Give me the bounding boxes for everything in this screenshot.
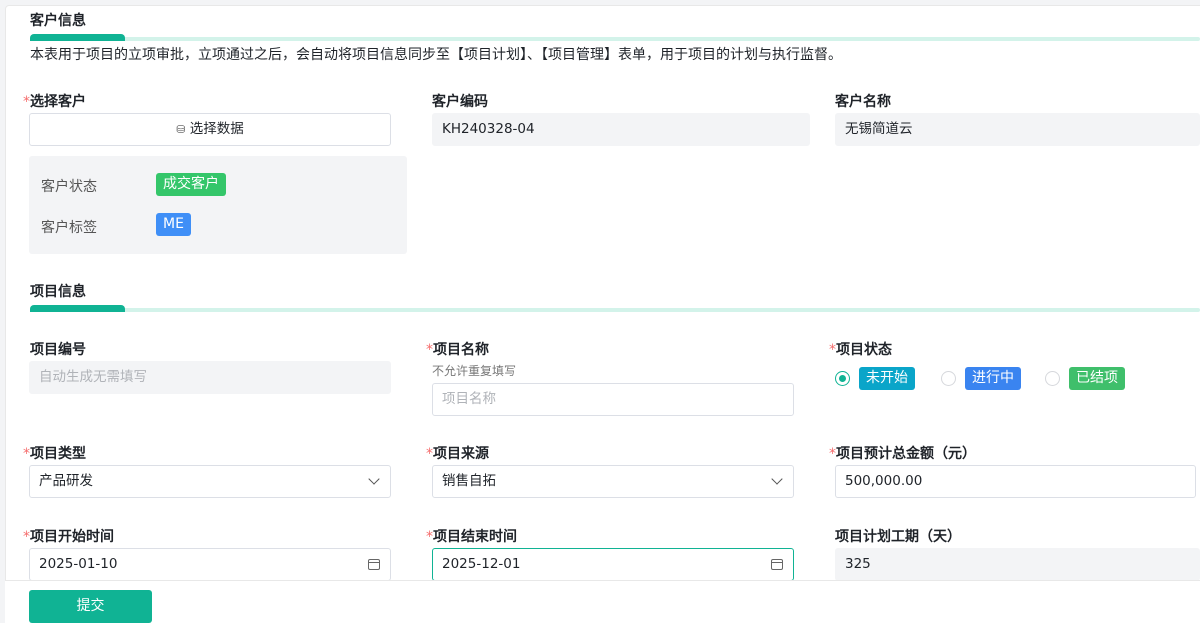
section-divider [30,305,1200,312]
duration-label: 项目计划工期（天） [835,529,961,545]
chevron-down-icon [368,473,380,485]
project-number-field: 自动生成无需填写 [29,361,391,394]
project-type-select[interactable]: 产品研发 [29,465,391,498]
customer-detail-panel: 客户状态 成交客户 客户标签 ME [29,156,407,254]
start-date-label: *项目开始时间 [23,529,114,545]
select-customer-label: *选择客户 [23,94,86,110]
footer-bar [5,580,1200,623]
submit-button[interactable]: 提交 [29,590,152,623]
project-status-label: *项目状态 [829,342,892,358]
chevron-down-icon [771,473,783,485]
end-date-picker[interactable]: 2025-12-01 [432,548,794,581]
project-source-select[interactable]: 销售自拓 [432,465,794,498]
customer-tag-label: 客户标签 [41,220,97,236]
project-source-label: *项目来源 [426,446,489,462]
status-option-label[interactable]: 进行中 [965,367,1021,390]
duration-field: 325 [835,548,1200,581]
project-status-radio-group: 未开始 进行中 已结项 [835,367,1125,390]
status-option-label[interactable]: 已结项 [1069,367,1125,390]
calendar-icon [368,559,380,570]
project-name-label: *项目名称 [426,342,489,358]
project-budget-label: *项目预计总金额（元） [829,446,976,462]
radio-in-progress[interactable] [941,371,956,386]
customer-code-label: 客户编码 [432,94,488,110]
start-date-picker[interactable]: 2025-01-10 [29,548,391,581]
form-description: 本表用于项目的立项审批，立项通过之后，会自动将项目信息同步至【项目计划】、【项目… [30,47,842,63]
customer-status-tag: 成交客户 [156,173,226,196]
radio-not-started[interactable] [835,371,850,386]
database-icon: ⛁ [176,123,186,136]
project-type-label: *项目类型 [23,446,86,462]
end-date-label: *项目结束时间 [426,529,517,545]
status-option-label[interactable]: 未开始 [859,367,915,390]
form-card [5,5,1200,623]
project-budget-input[interactable]: 500,000.00 [835,465,1196,498]
customer-status-label: 客户状态 [41,179,97,195]
customer-name-field: 无锡简道云 [835,113,1200,146]
project-name-hint: 不允许重复填写 [432,364,517,378]
customer-name-label: 客户名称 [835,94,891,110]
section-divider [30,34,1200,41]
customer-code-field: KH240328-04 [432,113,810,146]
section-title-project: 项目信息 [30,284,86,300]
section-title-customer: 客户信息 [30,13,86,29]
project-number-label: 项目编号 [30,342,86,358]
calendar-icon [771,559,783,570]
select-data-button[interactable]: ⛁ 选择数据 [29,113,391,146]
customer-tag: ME [156,213,191,236]
radio-closed[interactable] [1045,371,1060,386]
project-name-input[interactable]: 项目名称 [432,383,794,416]
